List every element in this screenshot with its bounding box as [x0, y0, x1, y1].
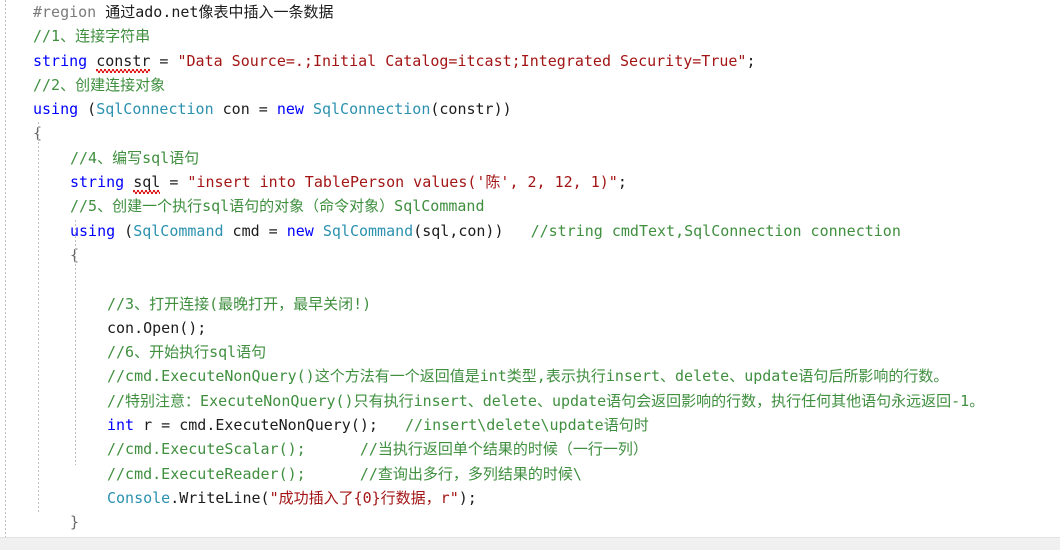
code-token: new	[276, 100, 304, 119]
code-token: //4、编写sql语句	[70, 148, 200, 167]
code-token: =	[150, 51, 178, 70]
code-token: constr	[96, 49, 151, 74]
code-line: {	[0, 121, 1060, 145]
code-token: using	[70, 221, 116, 240]
code-token: //cmd.ExecuteNonQuery()这个方法有一个返回值是int类型,…	[107, 367, 949, 386]
code-line: //5、创建一个执行sql语句的对象（命令对象）SqlCommand	[0, 194, 1060, 218]
code-line: con.Open();	[0, 316, 1060, 340]
code-token: con.Open();	[107, 318, 207, 337]
code-line: //2、创建连接对象	[0, 73, 1060, 97]
code-line: {	[0, 243, 1060, 267]
code-token: r = cmd.ExecuteNonQuery();	[134, 416, 378, 435]
code-token: SqlCommand	[133, 221, 224, 240]
code-token: using	[33, 100, 79, 119]
code-token: SqlConnection	[312, 100, 431, 119]
editor-bottom-strip	[0, 537, 1060, 550]
code-line: #region 通过ado.net像表中插入一条数据	[0, 0, 1060, 24]
code-lines: #region 通过ado.net像表中插入一条数据 //1、连接字符串 strin…	[0, 0, 1060, 550]
code-token: //insert\delete\update语句时	[377, 416, 649, 435]
code-line: string sql = "insert into TablePerson va…	[0, 170, 1060, 195]
code-line: //3、打开连接(最晚打开，最早关闭!)	[0, 292, 1060, 316]
code-token: ;	[746, 51, 756, 70]
code-line: int r = cmd.ExecuteNonQuery(); //insert\…	[0, 413, 1060, 437]
code-token: 通过ado.net像表中插入一条数据	[96, 3, 334, 21]
code-line: string constr = "Data Source=.;Initial C…	[0, 49, 1060, 74]
code-token: //cmd.ExecuteReader(); //查询出多行，多列结果的时候\	[107, 464, 582, 483]
code-token: SqlCommand	[322, 221, 414, 240]
code-token: con =	[213, 100, 277, 119]
code-token: //1、连接字符串	[33, 27, 151, 46]
code-line: //cmd.ExecuteReader(); //查询出多行，多列结果的时候\	[0, 462, 1060, 486]
code-line: using (SqlCommand cmd = new SqlCommand(s…	[0, 219, 1060, 243]
code-token: {	[70, 245, 80, 264]
code-token: .WriteLine(	[170, 488, 270, 507]
code-token: cmd =	[223, 221, 287, 240]
code-token: //特别注意：ExecuteNonQuery()只有执行insert、delet…	[107, 391, 985, 410]
code-token: =	[160, 173, 188, 192]
code-token: int	[107, 416, 135, 435]
code-surface[interactable]: #region 通过ado.net像表中插入一条数据 //1、连接字符串 strin…	[0, 0, 1060, 550]
code-token: #region	[33, 3, 97, 21]
code-line: }	[0, 510, 1060, 534]
code-token: string	[33, 51, 88, 70]
code-line: //4、编写sql语句	[0, 146, 1060, 170]
code-token: //2、创建连接对象	[33, 75, 166, 94]
code-token: Console	[107, 488, 171, 507]
code-line: //特别注意：ExecuteNonQuery()只有执行insert、delet…	[0, 389, 1060, 413]
code-line: //6、开始执行sql语句	[0, 340, 1060, 364]
code-token: (	[115, 221, 134, 240]
code-token: string	[70, 173, 125, 192]
code-token: "insert into TablePerson values('陈', 2, …	[187, 173, 618, 192]
code-line: Console.WriteLine("成功插入了{0}行数据，r");	[0, 486, 1060, 510]
code-token: //3、打开连接(最晚打开，最早关闭!)	[107, 294, 372, 313]
code-token: (sql,con))	[413, 221, 504, 240]
code-token: //string cmdText,SqlConnection connectio…	[503, 221, 901, 240]
code-token: "成功插入了{0}行数据，r"	[269, 488, 459, 507]
code-line: using (SqlConnection con = new SqlConnec…	[0, 97, 1060, 121]
code-token: }	[70, 513, 80, 532]
code-token: (constr))	[430, 100, 512, 119]
code-token: "Data Source=.;Initial Catalog=itcast;In…	[177, 51, 747, 70]
code-token: ;	[617, 173, 627, 192]
code-token: //5、创建一个执行sql语句的对象（命令对象）SqlCommand	[70, 197, 485, 216]
code-token: //6、开始执行sql语句	[107, 343, 267, 362]
code-token: (	[78, 100, 97, 119]
code-token: {	[33, 124, 43, 143]
code-line: //cmd.ExecuteScalar(); //当执行返回单个结果的时候（一行…	[0, 437, 1060, 461]
code-token: //cmd.ExecuteScalar(); //当执行返回单个结果的时候（一行…	[107, 440, 648, 459]
code-line: //cmd.ExecuteNonQuery()这个方法有一个返回值是int类型,…	[0, 364, 1060, 388]
code-token: new	[286, 221, 314, 240]
code-token: SqlConnection	[96, 100, 214, 119]
code-token: sql	[133, 170, 161, 195]
code-editor[interactable]: #region 通过ado.net像表中插入一条数据 //1、连接字符串 strin…	[0, 0, 1060, 550]
code-line: //1、连接字符串	[0, 24, 1060, 48]
code-token: );	[458, 488, 477, 507]
